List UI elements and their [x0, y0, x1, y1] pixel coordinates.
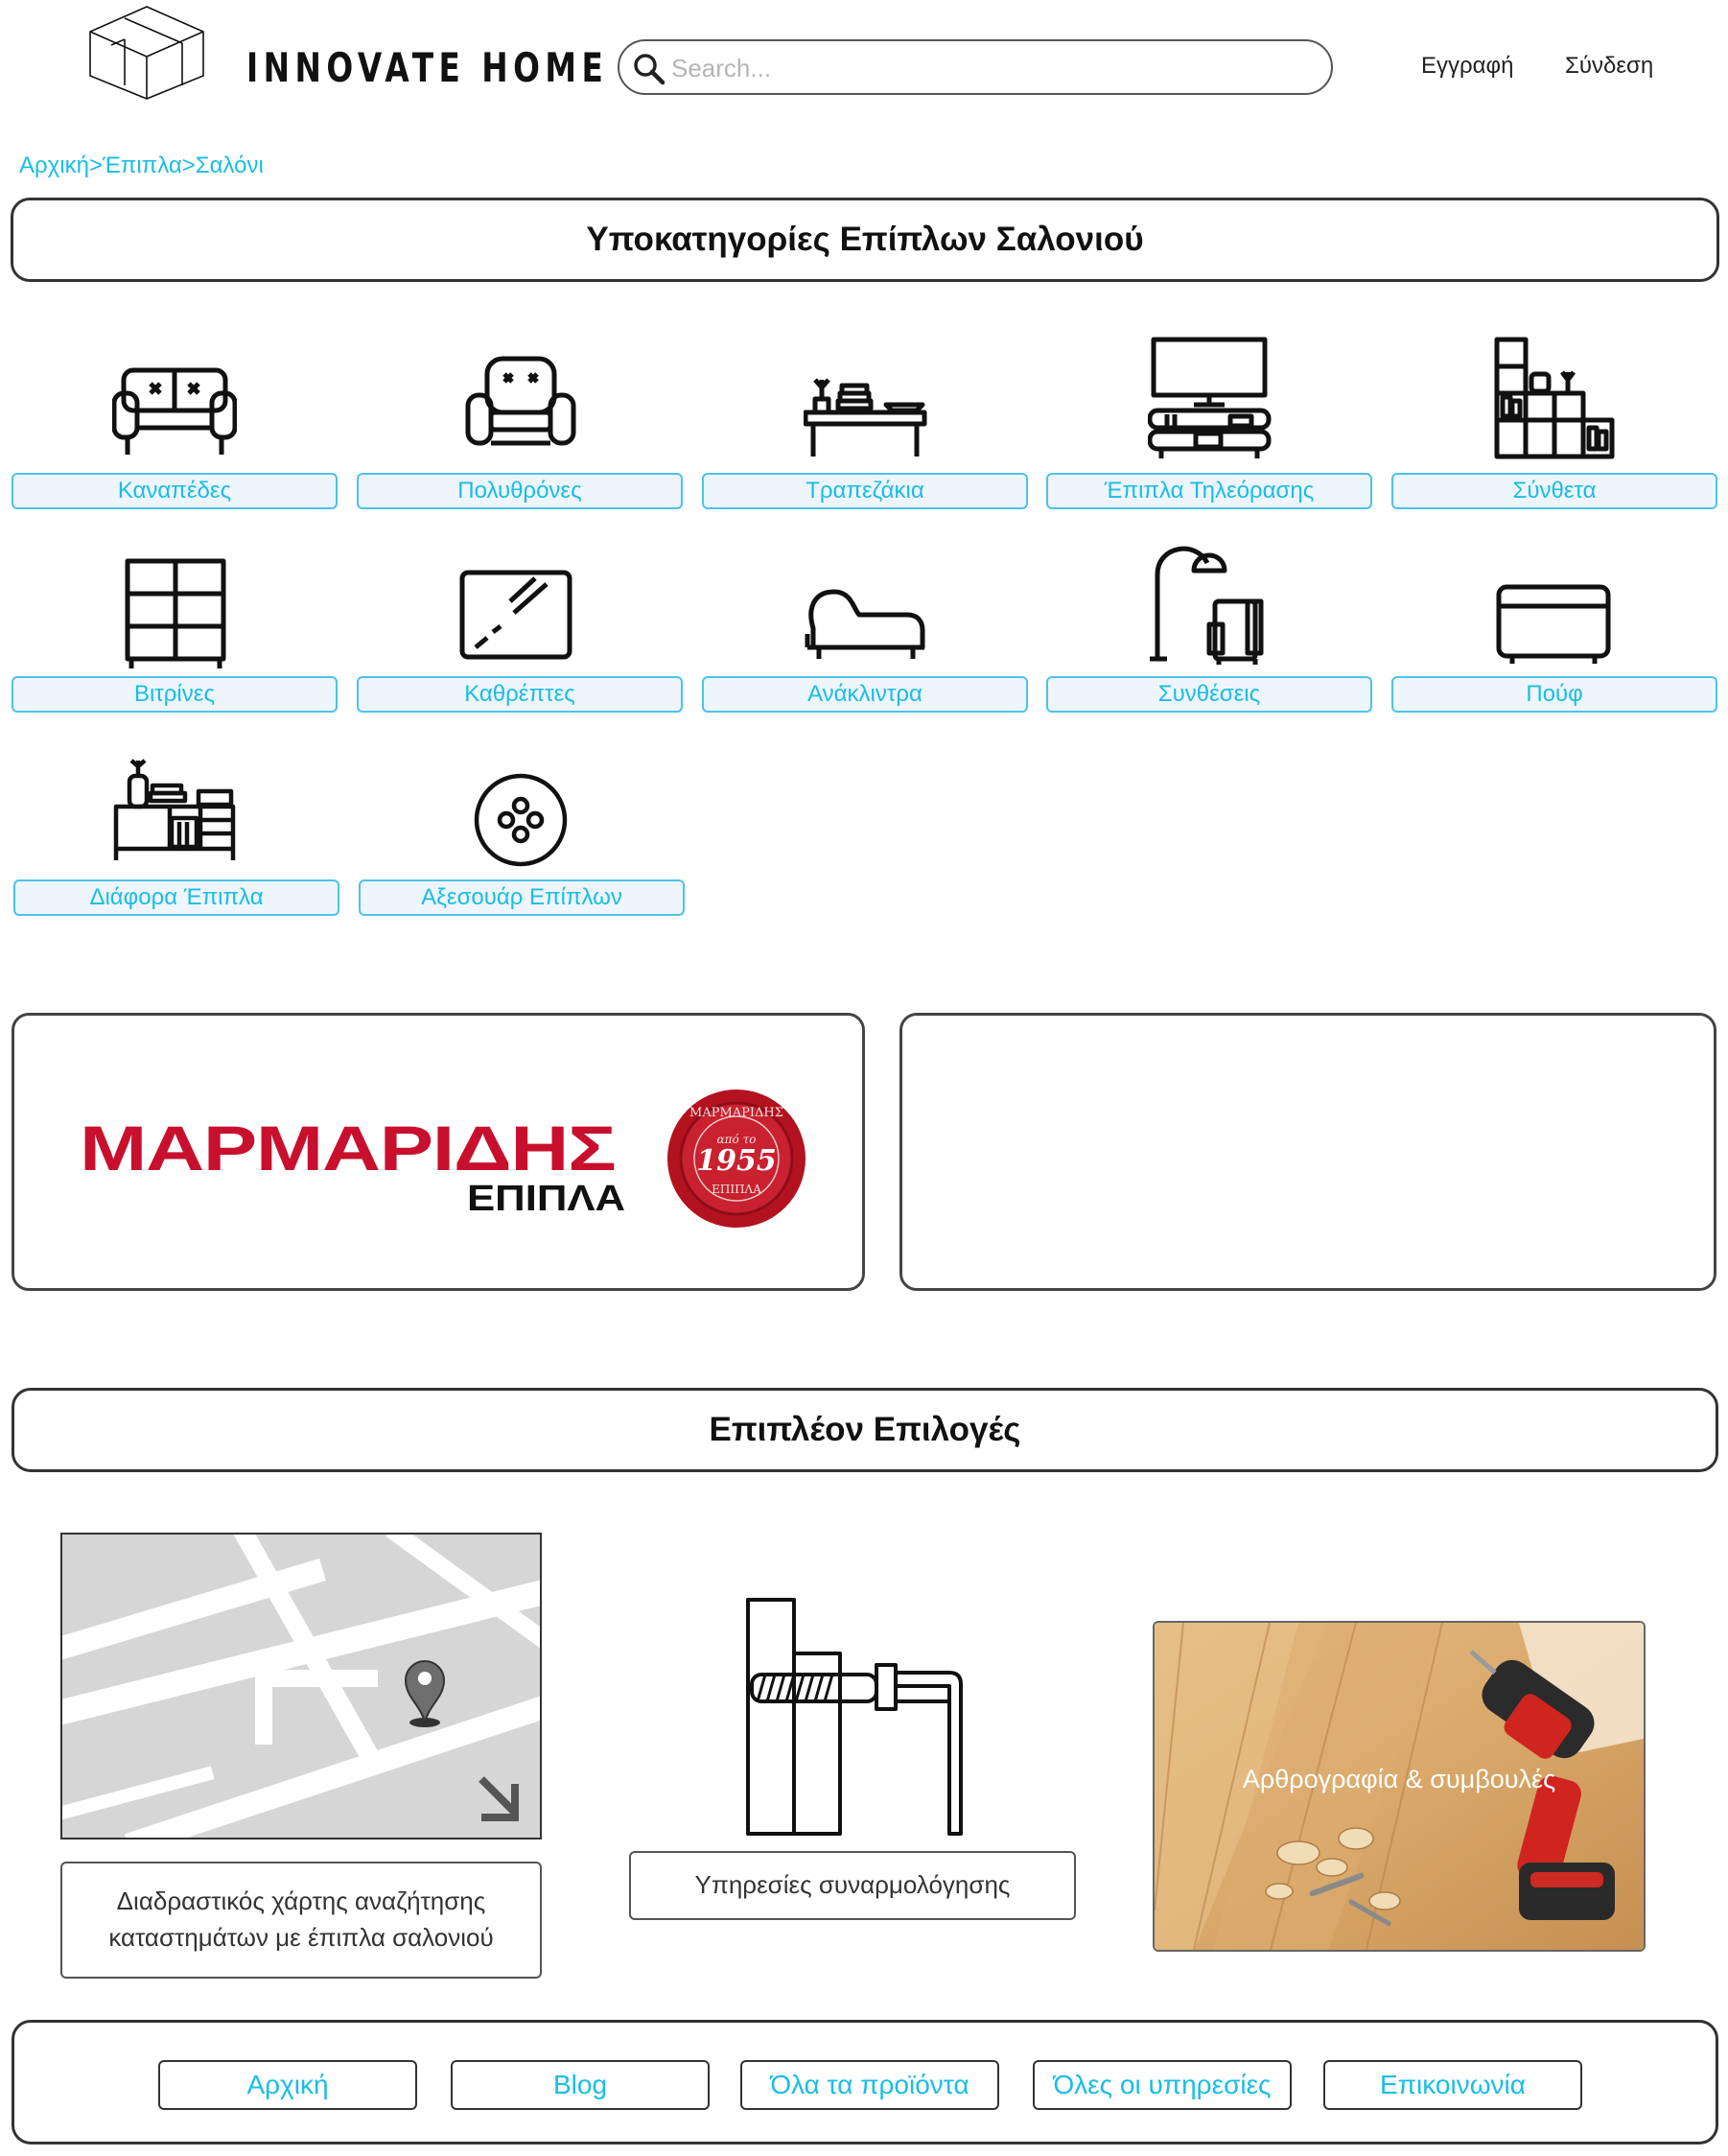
category-sofas[interactable]: Καναπέδες — [12, 473, 338, 509]
search-bar[interactable] — [618, 39, 1333, 95]
ad-logo-text: ΜΑΡΜΑΡΙΔΗΣ — [80, 1113, 617, 1183]
articles-tips-card[interactable]: Αρθρογραφία & συμβουλές — [1153, 1621, 1646, 1952]
ad-banner-marmaridis[interactable]: ΜΑΡΜΑΡΙΔΗΣ ΕΠΙΠΛΑ ΜΑΡΜΑΡΙΔΗΣ από το 1955… — [12, 1013, 865, 1291]
footer-home-link[interactable]: Αρχική — [158, 2060, 417, 2110]
misc-furniture-icon[interactable] — [112, 753, 237, 878]
footer-all-services-link[interactable]: Όλες οι υπηρεσίες — [1033, 2060, 1292, 2110]
category-mirrors[interactable]: Καθρέπτες — [357, 676, 683, 713]
category-misc-furniture[interactable]: Διάφορα Έπιπλα — [13, 879, 339, 916]
ad-banner-empty[interactable] — [899, 1013, 1716, 1291]
map-label-line1: Διαδραστικός χάρτης αναζήτησης — [116, 1886, 486, 1916]
footer-contact-link[interactable]: Επικοινωνία — [1323, 2060, 1582, 2110]
wax-seal-icon: ΜΑΡΜΑΡΙΔΗΣ από το 1955 ΕΠΙΠΛΑ — [665, 1087, 808, 1230]
logo-cube-icon[interactable] — [86, 5, 207, 101]
seal-year: 1955 — [696, 1144, 777, 1178]
pouf-icon[interactable] — [1493, 558, 1618, 683]
sofa-icon[interactable] — [111, 336, 238, 460]
category-display-cabinets[interactable]: Βιτρίνες — [12, 676, 338, 713]
map-label-line2: καταστημάτων με έπιπλα σαλονιού — [108, 1923, 494, 1952]
articles-tips-label: Αρθρογραφία & συμβουλές — [1242, 1765, 1556, 1793]
category-wall-units[interactable]: Σύνθετα — [1391, 473, 1717, 509]
footer-blog-link[interactable]: Blog — [451, 2060, 710, 2110]
seal-bottom-text: ΕΠΙΠΛΑ — [712, 1183, 761, 1196]
wall-unit-icon[interactable] — [1493, 336, 1618, 460]
subcategories-header: Υποκατηγορίες Επίπλων Σαλονιού — [11, 198, 1719, 282]
category-armchairs[interactable]: Πολυθρόνες — [357, 473, 683, 509]
coffee-table-icon[interactable] — [803, 336, 928, 460]
breadcrumb[interactable]: Αρχική>Έπιπλα>Σαλόνι — [19, 152, 264, 179]
floor-lamp-armchair-icon[interactable] — [1148, 542, 1273, 667]
display-cabinet-icon[interactable] — [112, 551, 237, 676]
store-map[interactable] — [60, 1533, 542, 1840]
mirror-icon[interactable] — [458, 551, 583, 676]
seal-ring-text: ΜΑΡΜΑΡΙΔΗΣ — [689, 1106, 783, 1120]
category-compositions[interactable]: Συνθέσεις — [1046, 676, 1372, 713]
assembly-services-label[interactable]: Υπηρεσίες συναρμολόγησης — [629, 1851, 1076, 1920]
button-accessory-icon[interactable] — [458, 758, 583, 882]
map-label[interactable]: Διαδραστικός χάρτης αναζήτησης καταστημά… — [60, 1862, 542, 1979]
login-link[interactable]: Σύνδεση — [1565, 53, 1653, 80]
extra-options-header: Επιπλέον Επιλογές — [12, 1388, 1718, 1472]
brand-name[interactable]: INNOVATE HOME — [246, 44, 608, 91]
assembly-hinge-icon[interactable] — [738, 1596, 969, 1845]
category-poufs[interactable]: Πούφ — [1391, 676, 1717, 713]
search-icon — [634, 54, 666, 85]
category-coffee-tables[interactable]: Τραπεζάκια — [702, 473, 1028, 509]
category-accessories[interactable]: Αξεσουάρ Επίπλων — [359, 879, 685, 916]
category-tv-units[interactable]: Έπιπλα Τηλεόρασης — [1046, 473, 1372, 509]
category-chaise-longues[interactable]: Ανάκλιντρα — [702, 676, 1028, 713]
armchair-icon[interactable] — [458, 336, 583, 460]
footer-all-products-link[interactable]: Όλα τα προϊόντα — [740, 2060, 999, 2110]
chaise-longue-icon[interactable] — [804, 551, 928, 676]
search-input[interactable] — [669, 49, 1306, 87]
register-link[interactable]: Εγγραφή — [1421, 53, 1513, 80]
tv-unit-icon[interactable] — [1147, 336, 1273, 460]
ad-logo-subtitle: ΕΠΙΠΛΑ — [467, 1179, 626, 1219]
